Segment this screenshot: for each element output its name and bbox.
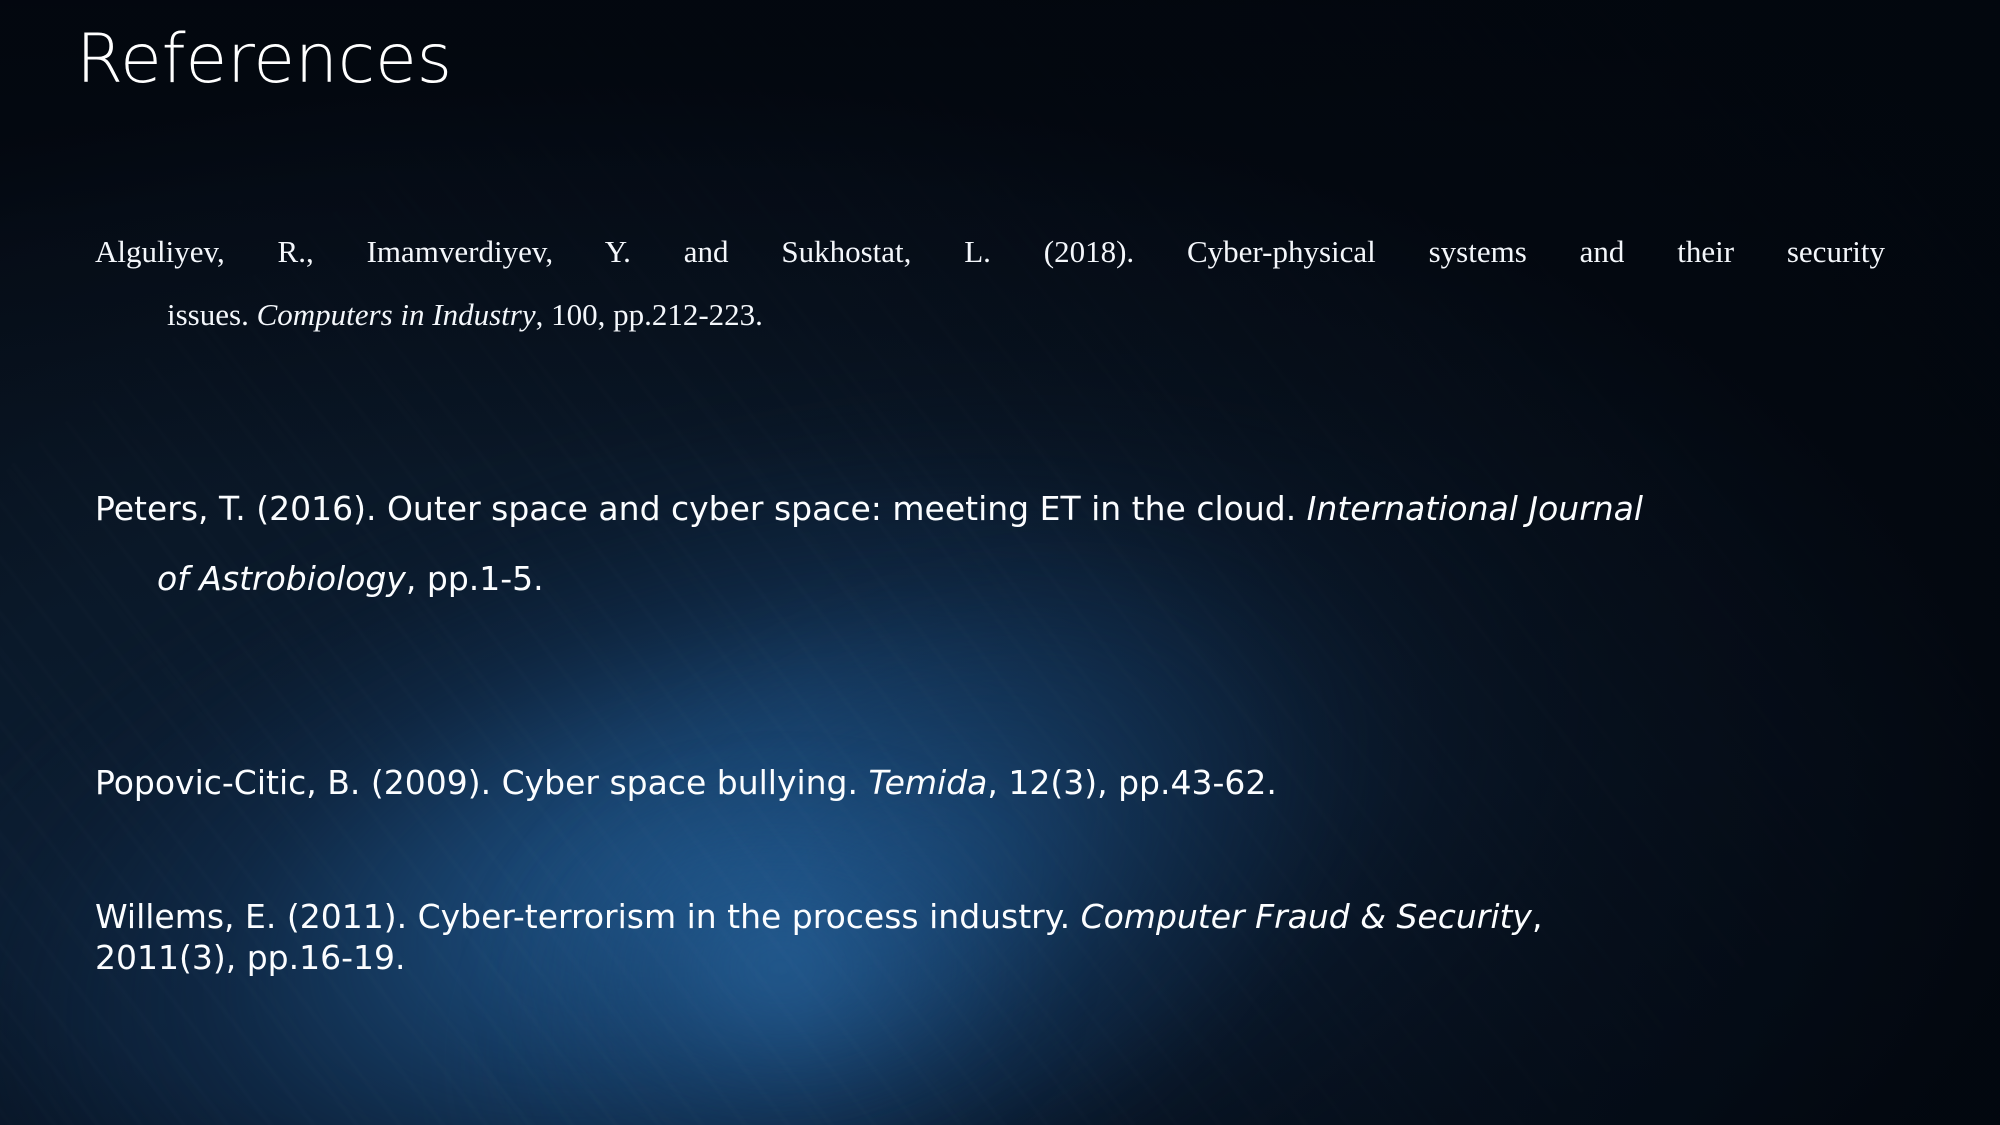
- reference-text: , 100, pp.212-223.: [535, 297, 763, 332]
- reference-line: issues. Computers in Industry, 100, pp.2…: [167, 299, 1885, 330]
- reference-entry-willems: Willems, E. (2011). Cyber-terrorism in t…: [95, 900, 1885, 974]
- reference-line: of Astrobiology, pp.1-5.: [157, 562, 1885, 595]
- reference-text: , pp.1-5.: [405, 559, 544, 598]
- reference-entry-alguliyev: Alguliyev, R., Imamverdiyev, Y. and Sukh…: [95, 236, 1885, 330]
- journal-title: Computers in Industry: [256, 297, 536, 332]
- presentation-slide: References Alguliyev, R., Imamverdiyev, …: [0, 0, 2000, 1125]
- journal-title: Computer Fraud & Security: [1080, 897, 1532, 936]
- reference-text: , 12(3), pp.43-62.: [987, 763, 1277, 802]
- reference-text: ,: [1531, 897, 1543, 936]
- reference-text: Peters, T. (2016). Outer space and cyber…: [95, 489, 1307, 528]
- reference-text: Popovic-Citic, B. (2009). Cyber space bu…: [95, 763, 869, 802]
- reference-text: Willems, E. (2011). Cyber-terrorism in t…: [95, 897, 1081, 936]
- reference-entry-popovic-citic: Popovic-Citic, B. (2009). Cyber space bu…: [95, 766, 1885, 799]
- journal-title: Temida: [868, 763, 988, 802]
- reference-line: 2011(3), pp.16-19.: [95, 938, 406, 977]
- reference-line: Peters, T. (2016). Outer space and cyber…: [95, 492, 1885, 525]
- journal-title: of Astrobiology: [157, 559, 406, 598]
- reference-line: Alguliyev, R., Imamverdiyev, Y. and Sukh…: [95, 234, 1885, 269]
- slide-content: References Alguliyev, R., Imamverdiyev, …: [0, 0, 2000, 1125]
- reference-line: Willems, E. (2011). Cyber-terrorism in t…: [95, 900, 1885, 933]
- reference-line: Popovic-Citic, B. (2009). Cyber space bu…: [95, 766, 1885, 799]
- reference-entry-peters: Peters, T. (2016). Outer space and cyber…: [95, 492, 1885, 595]
- slide-title: References: [76, 20, 452, 99]
- journal-title: International Journal: [1306, 489, 1644, 528]
- reference-text: issues.: [167, 297, 257, 332]
